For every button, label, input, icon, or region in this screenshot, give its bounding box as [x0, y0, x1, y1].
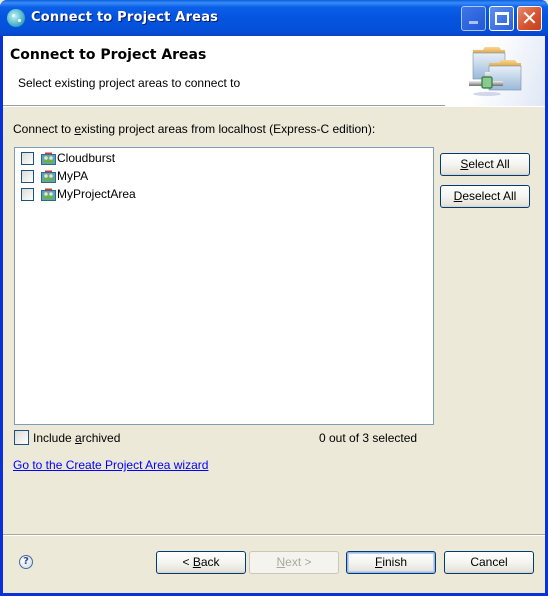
- deselect-all-button[interactable]: Deselect All: [440, 185, 530, 208]
- project-area-name: Cloudburst: [57, 151, 116, 165]
- close-button[interactable]: ✕: [517, 6, 542, 31]
- minimize-icon: [469, 21, 478, 24]
- project-area-name: MyProjectArea: [57, 187, 136, 201]
- help-icon[interactable]: ?: [19, 555, 33, 569]
- project-area-icon: [41, 152, 56, 165]
- maximize-button[interactable]: [489, 6, 514, 31]
- cancel-button[interactable]: Cancel: [444, 551, 534, 574]
- include-archived-checkbox[interactable]: [14, 430, 29, 445]
- include-archived-label[interactable]: Include archived: [33, 431, 120, 445]
- project-area-name: MyPA: [57, 169, 89, 183]
- title-bar[interactable]: Connect to Project Areas ✕: [0, 0, 548, 36]
- dialog-client-area: Connect to Project Areas Select existing…: [3, 36, 545, 593]
- project-area-list[interactable]: Cloudburst MyPA MyProjectArea: [14, 147, 434, 425]
- list-item[interactable]: Cloudburst: [21, 150, 321, 168]
- project-area-checkbox[interactable]: [21, 170, 34, 183]
- next-button[interactable]: Next >: [249, 551, 339, 574]
- footer-separator-highlight: [3, 535, 545, 536]
- list-item[interactable]: MyProjectArea: [21, 186, 321, 204]
- finish-button[interactable]: Finish: [346, 551, 436, 574]
- project-area-checkbox[interactable]: [21, 188, 34, 201]
- maximize-icon: [495, 12, 509, 25]
- select-all-button[interactable]: Select All: [440, 153, 530, 176]
- minimize-button[interactable]: [461, 6, 486, 31]
- wizard-header: Connect to Project Areas Select existing…: [3, 36, 545, 107]
- window-title: Connect to Project Areas: [31, 10, 219, 25]
- dialog-window: Connect to Project Areas ✕ Connect to Pr…: [0, 0, 548, 596]
- project-area-checkbox[interactable]: [21, 152, 34, 165]
- app-globe-icon: [7, 9, 25, 27]
- list-item[interactable]: MyPA: [21, 168, 321, 186]
- page-subtitle: Select existing project areas to connect…: [18, 76, 241, 90]
- page-title: Connect to Project Areas: [10, 47, 207, 63]
- project-area-icon: [41, 170, 56, 183]
- project-areas-label: Connect to existing project areas from l…: [13, 122, 376, 136]
- create-project-area-wizard-link[interactable]: Go to the Create Project Area wizard: [13, 458, 208, 472]
- selection-count: 0 out of 3 selected: [319, 431, 418, 445]
- back-button[interactable]: < Back: [156, 551, 246, 574]
- project-area-connect-icon: [469, 47, 522, 96]
- project-area-icon: [41, 188, 56, 201]
- close-icon: ✕: [521, 6, 538, 30]
